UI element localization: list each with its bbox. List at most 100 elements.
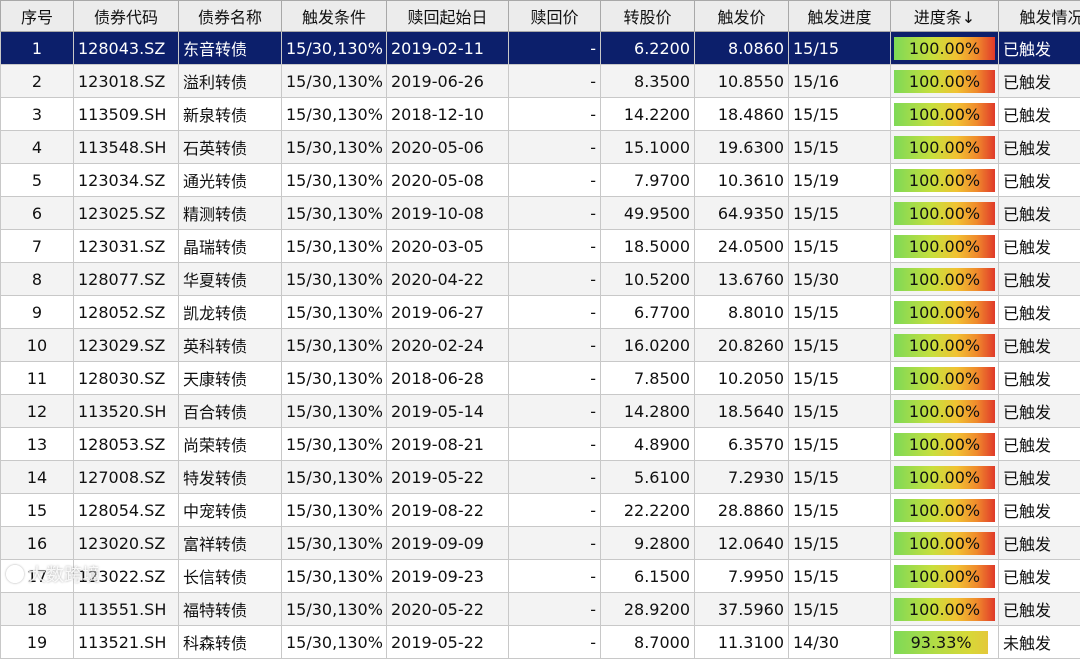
trigger-status-cell: 已触发 xyxy=(999,395,1080,428)
col-header-trigger-progress[interactable]: 触发进度 xyxy=(789,1,891,32)
redeem-start-date-cell: 2019-06-26 xyxy=(387,65,509,98)
table-row[interactable]: 4113548.SH石英转债15/30,130%2020-05-06-15.10… xyxy=(1,131,1080,164)
progress-bar: 100.00% xyxy=(894,301,995,324)
conversion-price-cell: 14.2800 xyxy=(601,395,695,428)
progress-bar: 100.00% xyxy=(894,37,995,60)
trigger-progress-cell: 15/19 xyxy=(789,164,891,197)
table-row[interactable]: 9128052.SZ凯龙转债15/30,130%2019-06-27-6.770… xyxy=(1,296,1080,329)
bond-name-cell: 溢利转债 xyxy=(179,65,282,98)
redeem-start-date-cell: 2019-08-21 xyxy=(387,428,509,461)
bond-code-cell: 128052.SZ xyxy=(74,296,179,329)
progress-bar: 100.00% xyxy=(894,367,995,390)
trigger-status-cell: 已触发 xyxy=(999,494,1080,527)
table-row[interactable]: 11128030.SZ天康转债15/30,130%2018-06-28-7.85… xyxy=(1,362,1080,395)
trigger-condition-cell: 15/30,130% xyxy=(282,593,387,626)
progress-bar-cell: 100.00% xyxy=(891,65,999,98)
bond-code-cell: 123020.SZ xyxy=(74,527,179,560)
redeem-price-cell: - xyxy=(509,593,601,626)
conversion-price-cell: 7.8500 xyxy=(601,362,695,395)
table-row[interactable]: 14127008.SZ特发转债15/30,130%2019-05-22-5.61… xyxy=(1,461,1080,494)
table-row[interactable]: 3113509.SH新泉转债15/30,130%2018-12-10-14.22… xyxy=(1,98,1080,131)
progress-bar-cell: 100.00% xyxy=(891,329,999,362)
table-row[interactable]: 10123029.SZ英科转债15/30,130%2020-02-24-16.0… xyxy=(1,329,1080,362)
conversion-price-cell: 4.8900 xyxy=(601,428,695,461)
col-header-progress-bar-sorted[interactable]: 进度条↓ xyxy=(891,1,999,32)
trigger-status-cell: 已触发 xyxy=(999,131,1080,164)
bond-code-cell: 128043.SZ xyxy=(74,32,179,65)
redeem-price-cell: - xyxy=(509,131,601,164)
col-header-condition[interactable]: 触发条件 xyxy=(282,1,387,32)
col-header-redeem-start[interactable]: 赎回起始日 xyxy=(387,1,509,32)
trigger-price-cell: 6.3570 xyxy=(695,428,789,461)
col-header-name[interactable]: 债券名称 xyxy=(179,1,282,32)
trigger-status-cell: 已触发 xyxy=(999,329,1080,362)
progress-bar: 100.00% xyxy=(894,466,995,489)
col-header-redeem-price[interactable]: 赎回价 xyxy=(509,1,601,32)
conversion-price-cell: 6.7700 xyxy=(601,296,695,329)
table-row[interactable]: 1128043.SZ东音转债15/30,130%2019-02-11-6.220… xyxy=(1,32,1080,65)
redeem-price-cell: - xyxy=(509,626,601,659)
progress-bar-cell: 100.00% xyxy=(891,560,999,593)
progress-percent: 93.33% xyxy=(894,631,988,654)
table-row[interactable]: 6123025.SZ精测转债15/30,130%2019-10-08-49.95… xyxy=(1,197,1080,230)
table-row[interactable]: 17123022.SZ长信转债15/30,130%2019-09-23-6.15… xyxy=(1,560,1080,593)
progress-bar: 100.00% xyxy=(894,334,995,357)
progress-bar: 100.00% xyxy=(894,400,995,423)
redeem-price-cell: - xyxy=(509,428,601,461)
table-row[interactable]: 2123018.SZ溢利转债15/30,130%2019-06-26-8.350… xyxy=(1,65,1080,98)
progress-bar: 100.00% xyxy=(894,433,995,456)
redeem-start-date-cell: 2018-06-28 xyxy=(387,362,509,395)
col-header-conversion-price[interactable]: 转股价 xyxy=(601,1,695,32)
redeem-start-date-cell: 2020-05-08 xyxy=(387,164,509,197)
trigger-condition-cell: 15/30,130% xyxy=(282,527,387,560)
progress-bar-cell: 100.00% xyxy=(891,98,999,131)
conversion-price-cell: 22.2200 xyxy=(601,494,695,527)
trigger-progress-cell: 15/15 xyxy=(789,329,891,362)
conversion-price-cell: 10.5200 xyxy=(601,263,695,296)
col-header-index[interactable]: 序号 xyxy=(1,1,74,32)
trigger-status-cell: 已触发 xyxy=(999,98,1080,131)
bond-name-cell: 晶瑞转债 xyxy=(179,230,282,263)
table-row[interactable]: 19113521.SH科森转债15/30,130%2019-05-22-8.70… xyxy=(1,626,1080,659)
table-row[interactable]: 13128053.SZ尚荣转债15/30,130%2019-08-21-4.89… xyxy=(1,428,1080,461)
trigger-status-cell: 已触发 xyxy=(999,197,1080,230)
table-row[interactable]: 18113551.SH福特转债15/30,130%2020-05-22-28.9… xyxy=(1,593,1080,626)
redeem-start-date-cell: 2019-02-11 xyxy=(387,32,509,65)
progress-bar: 100.00% xyxy=(894,598,995,621)
bond-code-cell: 123031.SZ xyxy=(74,230,179,263)
bond-name-cell: 石英转债 xyxy=(179,131,282,164)
bond-name-cell: 新泉转债 xyxy=(179,98,282,131)
trigger-condition-cell: 15/30,130% xyxy=(282,362,387,395)
table-row[interactable]: 12113520.SH百合转债15/30,130%2019-05-14-14.2… xyxy=(1,395,1080,428)
bond-code-cell: 113521.SH xyxy=(74,626,179,659)
redeem-price-cell: - xyxy=(509,65,601,98)
table-row[interactable]: 7123031.SZ晶瑞转债15/30,130%2020-03-05-18.50… xyxy=(1,230,1080,263)
conversion-price-cell: 6.2200 xyxy=(601,32,695,65)
bond-name-cell: 东音转债 xyxy=(179,32,282,65)
trigger-condition-cell: 15/30,130% xyxy=(282,428,387,461)
table-row[interactable]: 8128077.SZ华夏转债15/30,130%2020-04-22-10.52… xyxy=(1,263,1080,296)
trigger-progress-cell: 15/15 xyxy=(789,395,891,428)
redeem-price-cell: - xyxy=(509,329,601,362)
table-row[interactable]: 15128054.SZ中宠转债15/30,130%2019-08-22-22.2… xyxy=(1,494,1080,527)
trigger-price-cell: 10.2050 xyxy=(695,362,789,395)
progress-bar: 100.00% xyxy=(894,202,995,225)
table-row[interactable]: 16123020.SZ富祥转债15/30,130%2019-09-09-9.28… xyxy=(1,527,1080,560)
progress-bar: 100.00% xyxy=(894,169,995,192)
trigger-progress-cell: 15/15 xyxy=(789,197,891,230)
redeem-price-cell: - xyxy=(509,263,601,296)
redeem-start-date-cell: 2020-04-22 xyxy=(387,263,509,296)
progress-bar: 100.00% xyxy=(894,499,995,522)
row-index-cell: 16 xyxy=(1,527,74,560)
bond-name-cell: 英科转债 xyxy=(179,329,282,362)
progress-bar: 93.33% xyxy=(894,631,988,654)
bond-code-cell: 127008.SZ xyxy=(74,461,179,494)
col-header-code[interactable]: 债券代码 xyxy=(74,1,179,32)
conversion-price-cell: 9.2800 xyxy=(601,527,695,560)
table-row[interactable]: 5123034.SZ通光转债15/30,130%2020-05-08-7.970… xyxy=(1,164,1080,197)
table-header-row: 序号 债券代码 债券名称 触发条件 赎回起始日 赎回价 转股价 触发价 触发进度… xyxy=(1,1,1080,32)
trigger-condition-cell: 15/30,130% xyxy=(282,230,387,263)
col-header-trigger-status[interactable]: 触发情况 xyxy=(999,1,1080,32)
col-header-trigger-price[interactable]: 触发价 xyxy=(695,1,789,32)
trigger-progress-cell: 15/15 xyxy=(789,131,891,164)
